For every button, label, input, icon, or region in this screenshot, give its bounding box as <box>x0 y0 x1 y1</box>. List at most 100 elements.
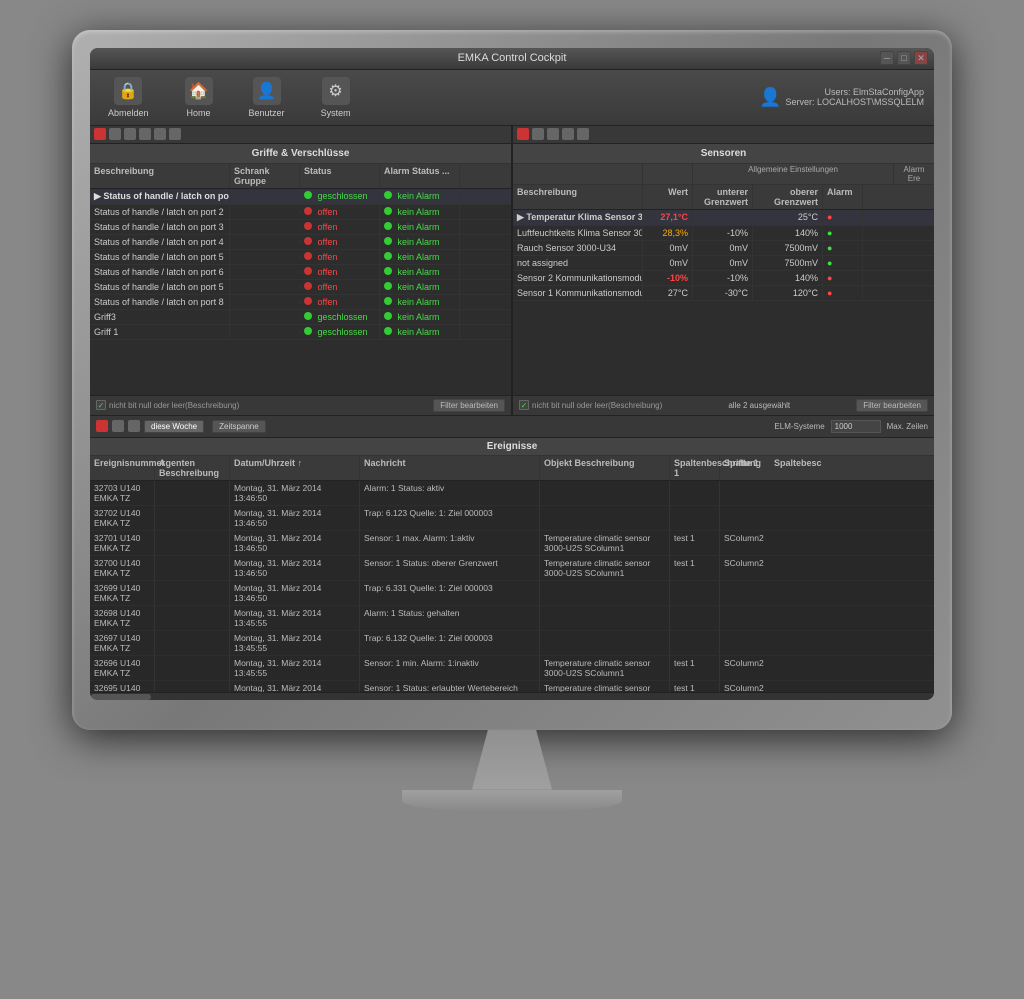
td-evtnr: 32696 U140 EMKA TZ <box>90 656 155 680</box>
top-panels: Griffe & Verschlüsse Beschreibung Schran… <box>90 126 934 416</box>
td-alarm: kein Alarm <box>380 265 460 279</box>
griffe-icon-3[interactable] <box>139 128 151 140</box>
table-row[interactable]: Status of handle / latch on port 3 offen <box>90 220 511 235</box>
screen-bezel: EMKA Control Cockpit ─ □ ✕ 🔒 Abmelden 🏠 <box>90 48 934 700</box>
td-alarm: kein Alarm <box>380 325 460 339</box>
td-msg: Alarm: 1 Status: gehalten <box>360 606 540 630</box>
griffe-icon-1[interactable] <box>109 128 121 140</box>
maximize-button[interactable]: □ <box>897 51 911 65</box>
table-row[interactable]: Status of handle / latch on port 8 offen <box>90 295 511 310</box>
system-icon: ⚙ <box>322 77 350 105</box>
td-sp1: test 1 <box>670 681 720 692</box>
table-row[interactable]: Status of handle / latch on port 5 offen <box>90 250 511 265</box>
sensoren-checkbox[interactable]: ✓ <box>519 400 529 410</box>
horizontal-scrollbar[interactable] <box>90 692 934 700</box>
alarm-dot <box>384 252 392 260</box>
table-row[interactable]: Griff3 geschlossen kein Al <box>90 310 511 325</box>
table-row[interactable]: Status of handle / latch on port 4 offen <box>90 235 511 250</box>
griffe-icon-5[interactable] <box>169 128 181 140</box>
ereignisse-icon-2[interactable] <box>128 420 140 432</box>
griffe-icon-4[interactable] <box>154 128 166 140</box>
th-og: oberer Grenzwert <box>753 185 823 209</box>
status-dot-red <box>304 222 312 230</box>
td-wert: 27°C <box>643 286 693 300</box>
td-ug: -30°C <box>693 286 753 300</box>
minimize-button[interactable]: ─ <box>880 51 894 65</box>
events-row[interactable]: 32702 U140 EMKA TZ Montag, 31. März 2014… <box>90 506 934 531</box>
ereignisse-icon-red[interactable] <box>96 420 108 432</box>
td-obj <box>540 606 670 630</box>
table-row[interactable]: ▶ Status of handle / latch on port 1 ges… <box>90 189 511 205</box>
close-button[interactable]: ✕ <box>914 51 928 65</box>
sensoren-icon-red[interactable] <box>517 128 529 140</box>
th-sp1: Spaltenbeschriftung 1 <box>670 456 720 480</box>
sensoren-filter-btn[interactable]: Filter bearbeiten <box>856 399 928 412</box>
td-alarm: ● <box>823 241 863 255</box>
td-agent <box>155 606 230 630</box>
sensoren-icon-1[interactable] <box>532 128 544 140</box>
td-status: geschlossen <box>300 325 380 339</box>
sensoren-icon-4[interactable] <box>577 128 589 140</box>
griffe-checkbox[interactable]: ✓ <box>96 400 106 410</box>
home-icon: 🏠 <box>185 77 213 105</box>
table-row[interactable]: Sensor 1 Kommunikationsmodul 27°C -30°C … <box>513 286 934 301</box>
toolbar-abmelden[interactable]: 🔒 Abmelden <box>100 73 157 122</box>
td-msg: Trap: 6.123 Quelle: 1: Ziel 000003 <box>360 506 540 530</box>
events-row[interactable]: 32697 U140 EMKA TZ Montag, 31. März 2014… <box>90 631 934 656</box>
td-wert: -10% <box>643 271 693 285</box>
table-row[interactable]: Griff 1 geschlossen kein A <box>90 325 511 340</box>
th-wert: Wert <box>643 185 693 209</box>
table-row[interactable]: Rauch Sensor 3000-U34 0mV 0mV 7500mV ● <box>513 241 934 256</box>
monitor-wrapper: EMKA Control Cockpit ─ □ ✕ 🔒 Abmelden 🏠 <box>52 30 972 970</box>
table-row[interactable]: not assigned 0mV 0mV 7500mV ● <box>513 256 934 271</box>
table-row[interactable]: Status of handle / latch on port 6 offen <box>90 265 511 280</box>
status-dot-green <box>304 312 312 320</box>
events-row[interactable]: 32703 U140 EMKA TZ Montag, 31. März 2014… <box>90 481 934 506</box>
griffe-icon-2[interactable] <box>124 128 136 140</box>
table-row[interactable]: Status of handle / latch on port 2 offen <box>90 205 511 220</box>
allg-einstellungen-label: Allgemeine Einstellungen <box>693 164 894 184</box>
sensoren-icon-3[interactable] <box>562 128 574 140</box>
td-sp1: test 1 <box>670 656 720 680</box>
sensoren-table-body: ▶ Temperatur Klima Sensor 3000-U2S 27,1°… <box>513 210 934 395</box>
events-row[interactable]: 32701 U140 EMKA TZ Montag, 31. März 2014… <box>90 531 934 556</box>
events-row[interactable]: 32700 U140 EMKA TZ Montag, 31. März 2014… <box>90 556 934 581</box>
toolbar-system[interactable]: ⚙ System <box>313 73 359 122</box>
table-row[interactable]: Luftfeuchtkeits Klima Sensor 3000... 28,… <box>513 226 934 241</box>
alarm-dot <box>384 327 392 335</box>
ereignisse-icon-1[interactable] <box>112 420 124 432</box>
td-date: Montag, 31. März 2014 13:46:50 <box>230 481 360 505</box>
table-row[interactable]: ▶ Temperatur Klima Sensor 3000-U2S 27,1°… <box>513 210 934 226</box>
toolbar-home[interactable]: 🏠 Home <box>177 73 221 122</box>
events-row[interactable]: 32696 U140 EMKA TZ Montag, 31. März 2014… <box>90 656 934 681</box>
table-row[interactable]: Sensor 2 Kommunikationsmodul -10% -10% 1… <box>513 271 934 286</box>
td-beschreibung: Status of handle / latch on port 8 <box>90 295 230 309</box>
tab-week[interactable]: diese Woche <box>144 420 204 433</box>
title-bar: EMKA Control Cockpit ─ □ ✕ <box>90 48 934 70</box>
td-sp2 <box>720 631 770 655</box>
td-wert: 27,1°C <box>643 210 693 224</box>
abmelden-label: Abmelden <box>108 108 149 118</box>
table-row[interactable]: Status of handle / latch on port 5 offen <box>90 280 511 295</box>
griffe-icon-red[interactable] <box>94 128 106 140</box>
toolbar-benutzer[interactable]: 👤 Benutzer <box>241 73 293 122</box>
alarm-dot <box>384 237 392 245</box>
events-row[interactable]: 32698 U140 EMKA TZ Montag, 31. März 2014… <box>90 606 934 631</box>
td-sp3 <box>770 606 820 630</box>
td-gruppe <box>230 300 300 304</box>
elm-input[interactable] <box>831 420 881 433</box>
td-sp2 <box>720 506 770 530</box>
sensoren-icon-2[interactable] <box>547 128 559 140</box>
tab-span[interactable]: Zeitspanne <box>212 420 266 433</box>
griffe-filter-btn[interactable]: Filter bearbeiten <box>433 399 505 412</box>
elm-label: ELM-Systeme <box>774 422 824 431</box>
td-alarm: kein Alarm <box>380 250 460 264</box>
events-row[interactable]: 32695 U140 EMKA TZ Montag, 31. März 2014… <box>90 681 934 692</box>
ereignisse-table: Ereignisnummer Agenten Beschreibung Datu… <box>90 456 934 692</box>
td-date: Montag, 31. März 2014 13:45:55 <box>230 656 360 680</box>
th-alarm: Alarm <box>823 185 863 209</box>
events-row[interactable]: 32699 U140 EMKA TZ Montag, 31. März 2014… <box>90 581 934 606</box>
td-obj: Temperature climatic sensor 3000-U2S SCo… <box>540 556 670 580</box>
td-beschreibung: Status of handle / latch on port 2 <box>90 205 230 219</box>
scrollbar-thumb[interactable] <box>91 694 151 700</box>
